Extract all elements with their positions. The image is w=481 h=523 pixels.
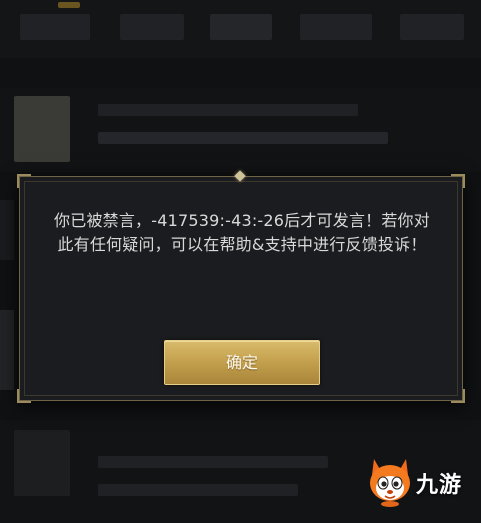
background-text-line: [98, 132, 388, 144]
fox-mascot-icon: [366, 455, 414, 511]
frame-corner-ornament: [17, 174, 31, 188]
background-text-line: [98, 484, 298, 496]
confirm-button[interactable]: 确定: [164, 340, 320, 385]
background-tab: [400, 14, 464, 40]
watermark: 九游: [366, 455, 476, 511]
frame-corner-ornament: [451, 389, 465, 403]
background-list-item: [0, 88, 481, 172]
background-tab: [120, 14, 184, 40]
background-thumbnail: [14, 96, 70, 162]
frame-corner-ornament: [17, 389, 31, 403]
background-side-element: [0, 200, 14, 260]
background-thumbnail: [14, 430, 70, 496]
mute-notice-dialog: 你已被禁言，-417539:-43:-26后才可发言！若你对此有任何疑问，可以在…: [17, 170, 465, 403]
background-tab: [20, 14, 90, 40]
background-text-line: [98, 456, 328, 468]
background-side-element: [0, 310, 14, 390]
watermark-brand-text: 九游: [416, 473, 463, 498]
background-tab: [300, 14, 372, 40]
diamond-ornament-icon: [234, 170, 246, 182]
game-screen: 你已被禁言，-417539:-43:-26后才可发言！若你对此有任何疑问，可以在…: [0, 0, 481, 523]
background-text-line: [98, 104, 358, 116]
frame-corner-ornament: [451, 174, 465, 188]
background-tab: [210, 14, 272, 40]
mute-message: 你已被禁言，-417539:-43:-26后才可发言！若你对此有任何疑问，可以在…: [54, 211, 430, 254]
background-accent: [58, 2, 80, 8]
